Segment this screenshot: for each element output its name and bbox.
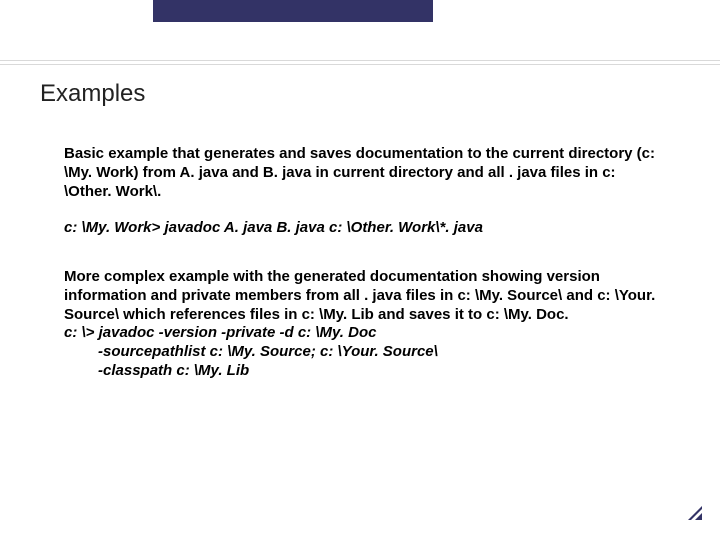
horizontal-rule [0, 60, 720, 65]
slide-title: Examples [40, 80, 145, 108]
command-complex-line3: -classpath c: \My. Lib [64, 362, 660, 381]
command-complex-line1: c: \> javadoc -version -private -d c: \M… [64, 324, 660, 343]
slide: Examples Basic example that generates an… [0, 0, 720, 540]
paragraph-complex-example: More complex example with the generated … [64, 268, 660, 324]
command-complex-line2: -sourcepathlist c: \My. Source; c: \Your… [64, 343, 660, 362]
slide-body: Basic example that generates and saves d… [64, 145, 660, 381]
title-accent-bar [153, 0, 433, 22]
corner-decoration-icon [688, 506, 702, 520]
paragraph-basic-example: Basic example that generates and saves d… [64, 145, 660, 201]
command-basic-example: c: \My. Work> javadoc A. java B. java c:… [64, 219, 660, 238]
